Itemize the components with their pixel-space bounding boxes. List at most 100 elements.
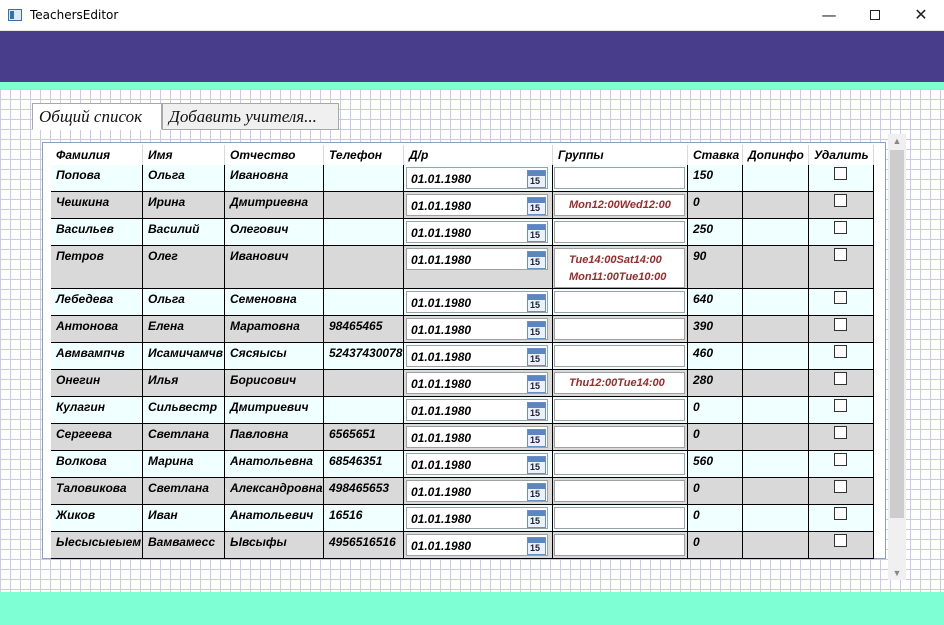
cell-first-name[interactable]: Сильвестр <box>143 397 225 423</box>
birth-date-picker[interactable]: 01.01.1980 15 <box>406 453 548 475</box>
birth-date-picker[interactable]: 01.01.1980 15 <box>406 507 548 529</box>
cell-first-name[interactable]: Ольга <box>143 165 225 191</box>
cell-rate[interactable]: 150 <box>688 165 743 191</box>
birth-date-picker[interactable]: 01.01.1980 15 <box>406 318 548 340</box>
cell-middle-name[interactable]: Ывсыфы <box>225 532 324 558</box>
groups-field[interactable] <box>554 167 685 189</box>
tab-add-teacher[interactable]: Добавить учителя... <box>162 103 339 130</box>
cell-extra-info[interactable] <box>743 316 809 342</box>
delete-checkbox[interactable] <box>834 372 847 385</box>
birth-date-picker[interactable]: 01.01.1980 15 <box>406 345 548 367</box>
birth-date-picker[interactable]: 01.01.1980 15 <box>406 480 548 502</box>
birth-date-picker[interactable]: 01.01.1980 15 <box>406 426 548 448</box>
cell-extra-info[interactable] <box>743 532 809 558</box>
cell-last-name[interactable]: Онегин <box>51 370 143 396</box>
cell-rate[interactable]: 560 <box>688 451 743 477</box>
cell-last-name[interactable]: Лебедева <box>51 289 143 315</box>
header-col-rate[interactable]: Ставка <box>688 145 743 165</box>
groups-field[interactable]: Tue14:00Sat14:00 Mon11:00Tue10:00 <box>554 248 685 288</box>
cell-phone[interactable]: 16516 <box>324 505 404 531</box>
cell-phone[interactable]: 4956516516 <box>324 532 404 558</box>
calendar-icon[interactable]: 15 <box>527 402 546 420</box>
calendar-icon[interactable]: 15 <box>527 456 546 474</box>
cell-rate[interactable]: 90 <box>688 246 743 288</box>
cell-first-name[interactable]: Василий <box>143 219 225 245</box>
cell-first-name[interactable]: Светлана <box>143 424 225 450</box>
cell-first-name[interactable]: Ольга <box>143 289 225 315</box>
cell-phone[interactable] <box>324 165 404 191</box>
cell-middle-name[interactable]: Маратовна <box>225 316 324 342</box>
cell-phone[interactable]: 52437430078 <box>324 343 404 369</box>
cell-last-name[interactable]: Авмвампчв <box>51 343 143 369</box>
delete-checkbox[interactable] <box>834 345 847 358</box>
delete-checkbox[interactable] <box>834 221 847 234</box>
cell-rate[interactable]: 0 <box>688 397 743 423</box>
cell-extra-info[interactable] <box>743 289 809 315</box>
calendar-icon[interactable]: 15 <box>527 197 546 215</box>
table-row[interactable]: Ыесысыеыем Вамвамесс Ывсыфы 4956516516 01.01… <box>51 532 874 559</box>
cell-middle-name[interactable]: Иванович <box>225 246 324 288</box>
groups-field[interactable] <box>554 534 685 556</box>
calendar-icon[interactable]: 15 <box>527 224 546 242</box>
cell-middle-name[interactable]: Дмитриевич <box>225 397 324 423</box>
delete-checkbox[interactable] <box>834 399 847 412</box>
calendar-icon[interactable]: 15 <box>527 537 546 555</box>
cell-rate[interactable]: 390 <box>688 316 743 342</box>
table-row[interactable]: Васильев Василий Олегович 01.01.1980 15 250 <box>51 219 874 246</box>
cell-middle-name[interactable]: Сясяысы <box>225 343 324 369</box>
birth-date-picker[interactable]: 01.01.1980 15 <box>406 194 548 216</box>
vertical-scrollbar[interactable]: ▲ ▼ <box>888 134 906 580</box>
header-col-delete[interactable]: Удалить <box>809 145 874 165</box>
cell-rate[interactable]: 0 <box>688 505 743 531</box>
cell-rate[interactable]: 460 <box>688 343 743 369</box>
cell-phone[interactable] <box>324 397 404 423</box>
scroll-up-arrow-icon[interactable]: ▲ <box>888 134 906 148</box>
scroll-down-arrow-icon[interactable]: ▼ <box>888 566 906 580</box>
cell-extra-info[interactable] <box>743 370 809 396</box>
header-col-groups[interactable]: Группы <box>553 145 688 165</box>
cell-middle-name[interactable]: Борисович <box>225 370 324 396</box>
cell-extra-info[interactable] <box>743 219 809 245</box>
birth-date-picker[interactable]: 01.01.1980 15 <box>406 221 548 243</box>
cell-rate[interactable]: 640 <box>688 289 743 315</box>
cell-last-name[interactable]: Антонова <box>51 316 143 342</box>
cell-middle-name[interactable]: Дмитриевна <box>225 192 324 218</box>
cell-last-name[interactable]: Ыесысыеыем <box>51 532 143 558</box>
cell-first-name[interactable]: Ирина <box>143 192 225 218</box>
cell-phone[interactable] <box>324 219 404 245</box>
cell-middle-name[interactable]: Анатольевна <box>225 451 324 477</box>
cell-phone[interactable] <box>324 289 404 315</box>
cell-first-name[interactable]: Иван <box>143 505 225 531</box>
calendar-icon[interactable]: 15 <box>527 510 546 528</box>
cell-rate[interactable]: 0 <box>688 424 743 450</box>
table-row[interactable]: Кулагин Сильвестр Дмитриевич 01.01.1980 15 0 <box>51 397 874 424</box>
cell-middle-name[interactable]: Ивановна <box>225 165 324 191</box>
table-row[interactable]: Таловикова Светлана Александровна 498465653… <box>51 478 874 505</box>
cell-phone[interactable] <box>324 246 404 288</box>
groups-field[interactable] <box>554 318 685 340</box>
cell-last-name[interactable]: Жиков <box>51 505 143 531</box>
cell-last-name[interactable]: Волкова <box>51 451 143 477</box>
cell-rate[interactable]: 0 <box>688 478 743 504</box>
table-row[interactable]: Попова Ольга Ивановна 01.01.1980 15 150 <box>51 165 874 192</box>
birth-date-picker[interactable]: 01.01.1980 15 <box>406 291 548 313</box>
cell-extra-info[interactable] <box>743 451 809 477</box>
table-row[interactable]: Чешкина Ирина Дмитриевна 01.01.1980 15 Mon12:… <box>51 192 874 219</box>
cell-rate[interactable]: 280 <box>688 370 743 396</box>
cell-extra-info[interactable] <box>743 424 809 450</box>
cell-middle-name[interactable]: Александровна <box>225 478 324 504</box>
maximize-button[interactable] <box>852 0 898 31</box>
tab-general-list[interactable]: Общий список <box>32 103 162 130</box>
birth-date-picker[interactable]: 01.01.1980 15 <box>406 248 548 270</box>
cell-last-name[interactable]: Петров <box>51 246 143 288</box>
cell-first-name[interactable]: Вамвамесс <box>143 532 225 558</box>
delete-checkbox[interactable] <box>834 194 847 207</box>
cell-last-name[interactable]: Кулагин <box>51 397 143 423</box>
cell-middle-name[interactable]: Семеновна <box>225 289 324 315</box>
groups-field[interactable] <box>554 345 685 367</box>
groups-field[interactable] <box>554 480 685 502</box>
birth-date-picker[interactable]: 01.01.1980 15 <box>406 167 548 189</box>
cell-extra-info[interactable] <box>743 505 809 531</box>
groups-field[interactable]: Thu12:00Tue14:00 <box>554 372 685 394</box>
cell-middle-name[interactable]: Олегович <box>225 219 324 245</box>
